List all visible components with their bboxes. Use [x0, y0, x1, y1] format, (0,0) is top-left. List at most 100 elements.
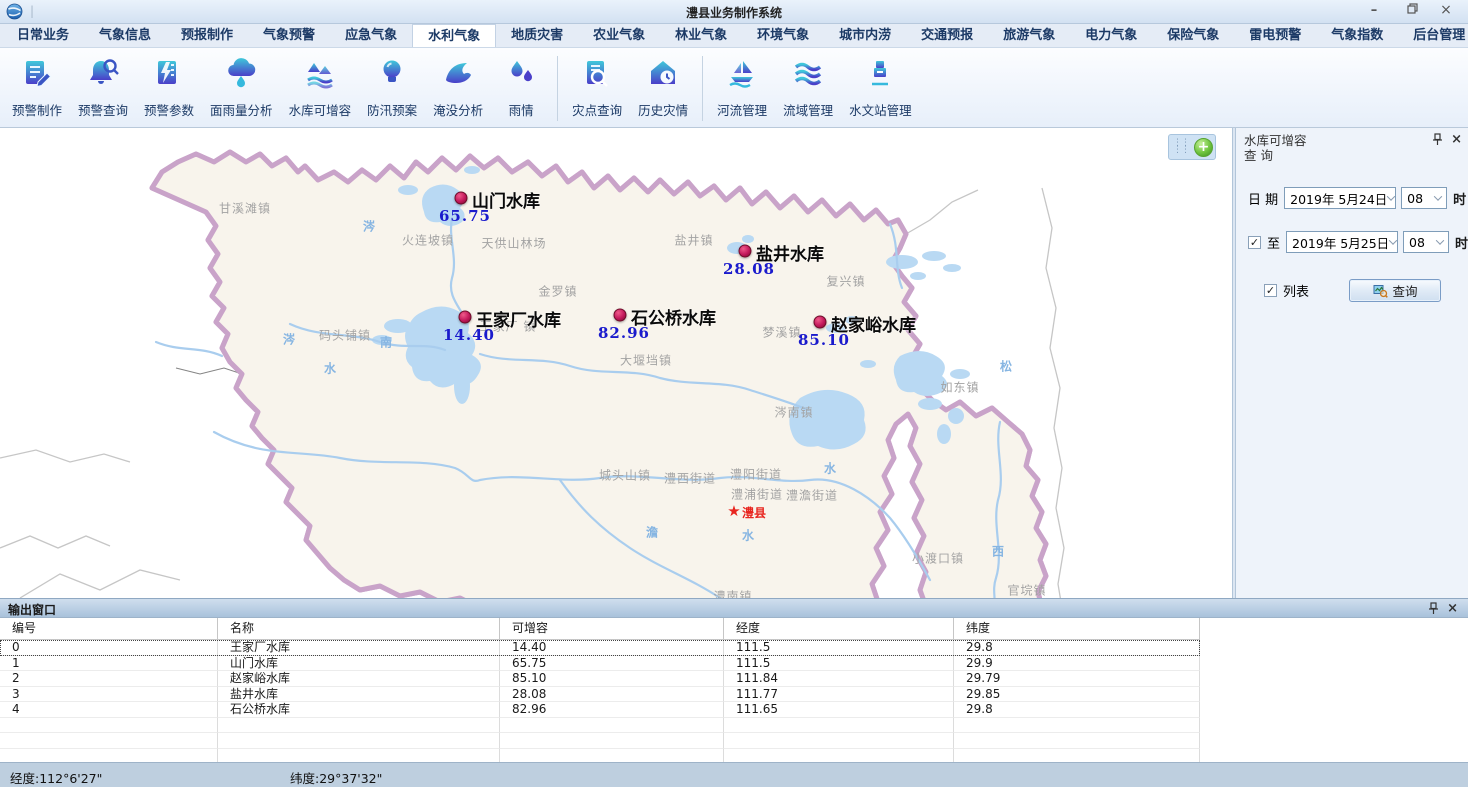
doc-lightning-icon — [153, 57, 185, 89]
toolbar-流域管理[interactable]: 流域管理 — [775, 52, 841, 125]
column-header-名称[interactable]: 名称 — [218, 618, 500, 639]
zoom-in-button[interactable]: + — [1194, 138, 1213, 157]
from-hour-select[interactable]: 08 — [1401, 187, 1447, 209]
town-label: 澧澹街道 — [786, 487, 838, 504]
toolbar-面雨量分析[interactable]: 面雨量分析 — [202, 52, 281, 125]
panel-title: 水库可增容 — [1244, 133, 1460, 148]
minimize-button[interactable]: – — [1360, 3, 1388, 20]
query-icon — [1373, 284, 1388, 298]
column-header-编号[interactable]: 编号 — [0, 618, 218, 639]
toolbar-水文站管理[interactable]: 水文站管理 — [841, 52, 920, 125]
table-cell: 石公桥水库 — [218, 702, 500, 718]
table-cell: 29.8 — [954, 702, 1200, 718]
from-date-select[interactable]: 2019年 5月24日 — [1284, 187, 1396, 209]
toolbar-河流管理[interactable]: 河流管理 — [709, 52, 775, 125]
reservoir-marker-石公桥水库[interactable] — [614, 309, 627, 322]
output-close-icon[interactable]: × — [1447, 603, 1458, 615]
table-row-山门水库[interactable]: 1山门水库65.75111.529.9 — [0, 656, 1200, 672]
table-cell — [500, 733, 724, 749]
maximize-button[interactable] — [1398, 3, 1426, 20]
town-label: 澧南镇 — [713, 588, 752, 599]
table-cell — [954, 733, 1200, 749]
menu-item-农业气象[interactable]: 农业气象 — [578, 24, 660, 47]
menu-item-城市内涝[interactable]: 城市内涝 — [824, 24, 906, 47]
toolbar-历史灾情[interactable]: 历史灾情 — [630, 52, 696, 125]
doc-pencil-icon — [21, 57, 53, 89]
hour-unit-label: 时 — [1453, 189, 1466, 208]
cloud-rain-icon — [225, 57, 257, 89]
town-label: 盐井镇 — [674, 232, 713, 249]
table-row-赵家峪水库[interactable]: 2赵家峪水库85.10111.8429.79 — [0, 671, 1200, 687]
output-title: 输出窗口 — [8, 601, 56, 618]
list-checkbox[interactable]: ✓ — [1264, 284, 1277, 297]
table-cell: 28.08 — [500, 687, 724, 703]
toolbar-雨情[interactable]: 雨情 — [491, 52, 551, 125]
menu-item-林业气象[interactable]: 林业气象 — [660, 24, 742, 47]
town-label: 天供山林场 — [481, 235, 546, 252]
toolbar-预警制作[interactable]: 预警制作 — [4, 52, 70, 125]
table-row-empty — [0, 718, 1200, 734]
map-canvas[interactable]: 甘溪滩镇火连坡镇天供山林场金罗镇盐井镇复兴镇码头铺镇梦溪镇大堰垱镇涔南镇如东镇城… — [0, 128, 1232, 598]
table-cell: 3 — [0, 687, 218, 703]
to-hour-select[interactable]: 08 — [1403, 231, 1449, 253]
menu-item-日常业务[interactable]: 日常业务 — [2, 24, 84, 47]
menu-item-地质灾害[interactable]: 地质灾害 — [496, 24, 578, 47]
menu-item-电力气象[interactable]: 电力气象 — [1070, 24, 1152, 47]
column-header-经度[interactable]: 经度 — [724, 618, 954, 639]
table-row-王家厂水库[interactable]: 0王家厂水库14.40111.529.8 — [0, 640, 1200, 656]
panel-close-icon[interactable]: × — [1451, 134, 1462, 146]
close-button[interactable]: × — [1432, 3, 1460, 20]
menu-item-气象信息[interactable]: 气象信息 — [84, 24, 166, 47]
map-zoom-widget: ⋮⋮⋮⋮ + — [1168, 134, 1216, 160]
reservoir-value: 14.40 — [443, 326, 495, 344]
table-row-石公桥水库[interactable]: 4石公桥水库82.96111.6529.8 — [0, 702, 1200, 718]
reservoir-value: 65.75 — [439, 207, 491, 225]
to-date-select[interactable]: 2019年 5月25日 — [1286, 231, 1398, 253]
toolbar-防汛预案[interactable]: 防汛预案 — [359, 52, 425, 125]
panel-header: 水库可增容 查 询 × — [1236, 128, 1468, 165]
menu-item-旅游气象[interactable]: 旅游气象 — [988, 24, 1070, 47]
menu-item-气象指数[interactable]: 气象指数 — [1316, 24, 1398, 47]
menu-item-雷电预警[interactable]: 雷电预警 — [1234, 24, 1316, 47]
reservoir-marker-山门水库[interactable] — [455, 192, 468, 205]
chevron-down-icon — [1432, 232, 1448, 252]
reservoir-marker-盐井水库[interactable] — [739, 245, 752, 258]
drag-grip-icon[interactable]: ⋮⋮⋮⋮ — [1173, 140, 1189, 154]
query-button[interactable]: 查询 — [1349, 279, 1441, 302]
reservoir-marker-赵家峪水库[interactable] — [814, 316, 827, 329]
river-label: 水 — [824, 460, 836, 477]
menu-item-后台管理[interactable]: 后台管理 — [1398, 24, 1468, 47]
toolbar-灾点查询[interactable]: 灾点查询 — [564, 52, 630, 125]
town-label: 城头山镇 — [599, 467, 651, 484]
menu-item-水利气象[interactable]: 水利气象 — [412, 24, 496, 47]
reservoir-marker-王家厂水库[interactable] — [459, 311, 472, 324]
pin-icon[interactable] — [1428, 602, 1439, 615]
toolbar-水库可增容[interactable]: 水库可增容 — [281, 52, 360, 125]
town-label: 澧浦街道 — [731, 486, 783, 503]
table-cell: 82.96 — [500, 702, 724, 718]
pin-icon[interactable] — [1432, 133, 1443, 146]
menu-item-气象预警[interactable]: 气象预警 — [248, 24, 330, 47]
table-row-盐井水库[interactable]: 3盐井水库28.08111.7729.85 — [0, 687, 1200, 703]
reservoir-value: 85.10 — [798, 331, 850, 349]
panel-title-line2: 查 询 — [1244, 148, 1460, 163]
toolbar-预警参数[interactable]: 预警参数 — [136, 52, 202, 125]
column-header-纬度[interactable]: 纬度 — [954, 618, 1200, 639]
output-window: 输出窗口 × 编号名称可增容经度纬度0王家厂水库14.40111.529.81山… — [0, 598, 1468, 762]
river-label: 澹 — [646, 524, 658, 541]
table-cell: 赵家峪水库 — [218, 671, 500, 687]
menu-item-环境气象[interactable]: 环境气象 — [742, 24, 824, 47]
toolbar-separator — [702, 56, 703, 121]
chevron-down-icon — [1389, 232, 1397, 252]
toolbar-淹没分析[interactable]: 淹没分析 — [425, 52, 491, 125]
town-label: 码头铺镇 — [319, 327, 371, 344]
menu-item-预报制作[interactable]: 预报制作 — [166, 24, 248, 47]
menu-item-保险气象[interactable]: 保险气象 — [1152, 24, 1234, 47]
to-checkbox[interactable]: ✓ — [1248, 236, 1261, 249]
column-header-可增容[interactable]: 可增容 — [500, 618, 724, 639]
menu-item-交通预报[interactable]: 交通预报 — [906, 24, 988, 47]
table-cell: 111.84 — [724, 671, 954, 687]
toolbar-预警查询[interactable]: 预警查询 — [70, 52, 136, 125]
chevron-down-icon — [1387, 188, 1395, 208]
menu-item-应急气象[interactable]: 应急气象 — [330, 24, 412, 47]
